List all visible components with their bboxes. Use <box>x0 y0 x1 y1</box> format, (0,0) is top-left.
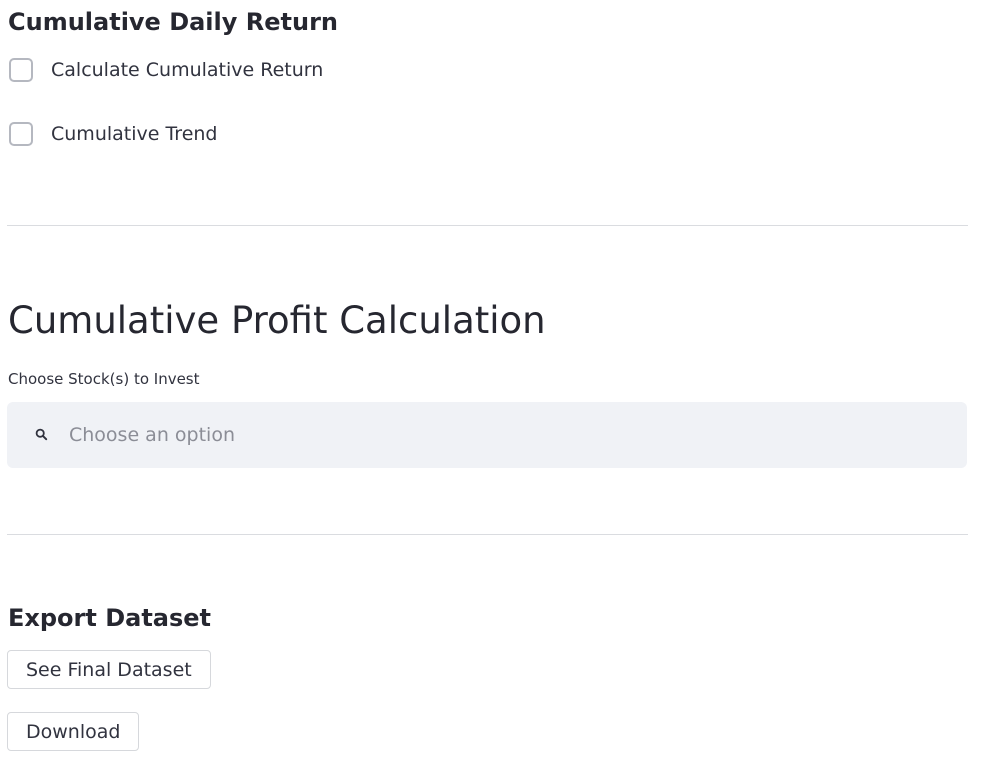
export-dataset-heading: Export Dataset <box>8 604 212 632</box>
section-divider <box>7 534 968 535</box>
cumulative-daily-return-heading: Cumulative Daily Return <box>8 8 338 36</box>
section-divider <box>7 225 968 226</box>
cumulative-trend-checkbox[interactable]: Cumulative Trend <box>9 119 217 149</box>
checkbox-box[interactable] <box>9 122 33 146</box>
cumulative-trend-label: Cumulative Trend <box>51 123 218 145</box>
calculate-cumulative-return-checkbox[interactable]: Calculate Cumulative Return <box>9 55 323 85</box>
stock-select-placeholder: Choose an option <box>69 424 235 446</box>
checkbox-box[interactable] <box>9 58 33 82</box>
stock-multiselect[interactable]: Choose an option <box>7 402 967 468</box>
see-final-dataset-button[interactable]: See Final Dataset <box>7 650 211 689</box>
stock-select-label: Choose Stock(s) to Invest <box>8 370 200 388</box>
cumulative-profit-heading: Cumulative Profit Calculation <box>8 299 546 342</box>
download-button[interactable]: Download <box>7 712 140 751</box>
search-icon <box>34 427 50 443</box>
calculate-cumulative-return-label: Calculate Cumulative Return <box>51 59 324 81</box>
